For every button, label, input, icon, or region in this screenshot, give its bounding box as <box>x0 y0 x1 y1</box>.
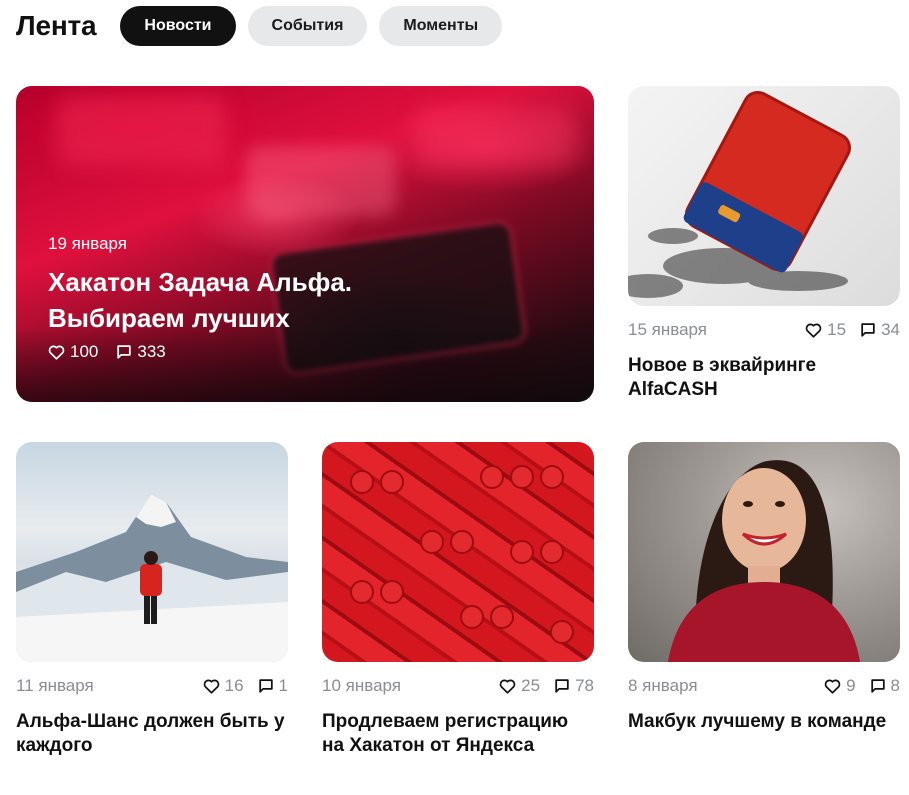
card-comments-count: 8 <box>890 676 900 695</box>
hero-comments[interactable]: 333 <box>116 342 166 362</box>
hero-date: 19 января <box>48 234 127 253</box>
card-likes[interactable]: 9 <box>824 676 856 696</box>
keyboard-key-shape <box>56 96 226 166</box>
hero-card[interactable]: 19 января Хакатон Задача Альфа. Выбираем… <box>16 86 594 402</box>
hero-likes[interactable]: 100 <box>48 342 98 362</box>
card-title[interactable]: Альфа-Шанс должен быть у каждого <box>16 710 288 758</box>
heart-icon <box>48 345 65 360</box>
card-comments[interactable]: 1 <box>258 676 288 696</box>
heart-icon <box>203 679 219 694</box>
card-meta: 15 января 15 34 <box>628 319 900 341</box>
card-comments-count: 1 <box>278 676 288 695</box>
heart-icon <box>805 323 822 338</box>
tab-moments[interactable]: Моменты <box>379 6 503 46</box>
portrait-illustration <box>668 460 860 662</box>
card-image-lego[interactable] <box>322 442 594 662</box>
card-comments[interactable]: 8 <box>870 676 900 696</box>
card-likes-count: 15 <box>827 320 847 339</box>
card-likes[interactable]: 15 <box>805 320 846 340</box>
heart-icon <box>499 679 516 694</box>
card-date: 8 января <box>628 676 698 695</box>
hero-stats: 100 333 <box>48 342 428 362</box>
card-comments-count: 78 <box>575 676 594 695</box>
wallet-illustration <box>628 90 851 298</box>
card-comments[interactable]: 78 <box>554 676 594 696</box>
card-date: 10 января <box>322 676 401 695</box>
comment-icon <box>861 323 875 337</box>
card-comments[interactable]: 34 <box>860 320 900 340</box>
comment-icon <box>555 679 569 693</box>
keyboard-key-shape <box>416 106 576 166</box>
mountain-illustration <box>16 494 288 662</box>
card-likes-count: 25 <box>521 676 541 695</box>
page-title: Лента <box>16 10 97 41</box>
card-comments-count: 34 <box>881 320 900 339</box>
card-likes-count: 16 <box>224 676 244 695</box>
card-title[interactable]: Новое в эквайринге AlfaCASH <box>628 354 900 402</box>
comment-icon <box>870 679 885 693</box>
header: Лента Новости События Моменты <box>16 6 514 46</box>
card-date: 11 января <box>16 676 94 695</box>
card-likes[interactable]: 25 <box>499 676 540 696</box>
hero-likes-count: 100 <box>70 342 99 361</box>
hero-content: 19 января Хакатон Задача Альфа. Выбираем… <box>48 234 428 362</box>
tab-news[interactable]: Новости <box>120 6 236 46</box>
heart-icon <box>824 679 841 694</box>
card-title[interactable]: Продлеваем регистрацию на Хакатон от Янд… <box>322 710 594 758</box>
keyboard-key-shape <box>246 146 396 216</box>
card-likes-count: 9 <box>846 676 856 695</box>
card-meta: 10 января 25 78 <box>322 675 594 697</box>
card-meta: 11 января 16 1 <box>16 675 288 697</box>
tab-events[interactable]: События <box>247 6 368 46</box>
comment-icon <box>117 345 132 359</box>
card-image-woman[interactable] <box>628 442 900 662</box>
card-date: 15 января <box>628 320 707 339</box>
hero-comments-count: 333 <box>137 342 166 361</box>
card-meta: 8 января 9 8 <box>628 675 900 697</box>
card-image-wallet[interactable] <box>628 86 900 306</box>
comment-icon <box>258 679 273 693</box>
hero-title[interactable]: Хакатон Задача Альфа. Выбираем лучших <box>48 264 428 336</box>
card-title[interactable]: Макбук лучшему в команде <box>628 710 900 734</box>
lego-illustration <box>350 465 574 644</box>
card-likes[interactable]: 16 <box>203 676 244 696</box>
card-image-mountain[interactable] <box>16 442 288 662</box>
